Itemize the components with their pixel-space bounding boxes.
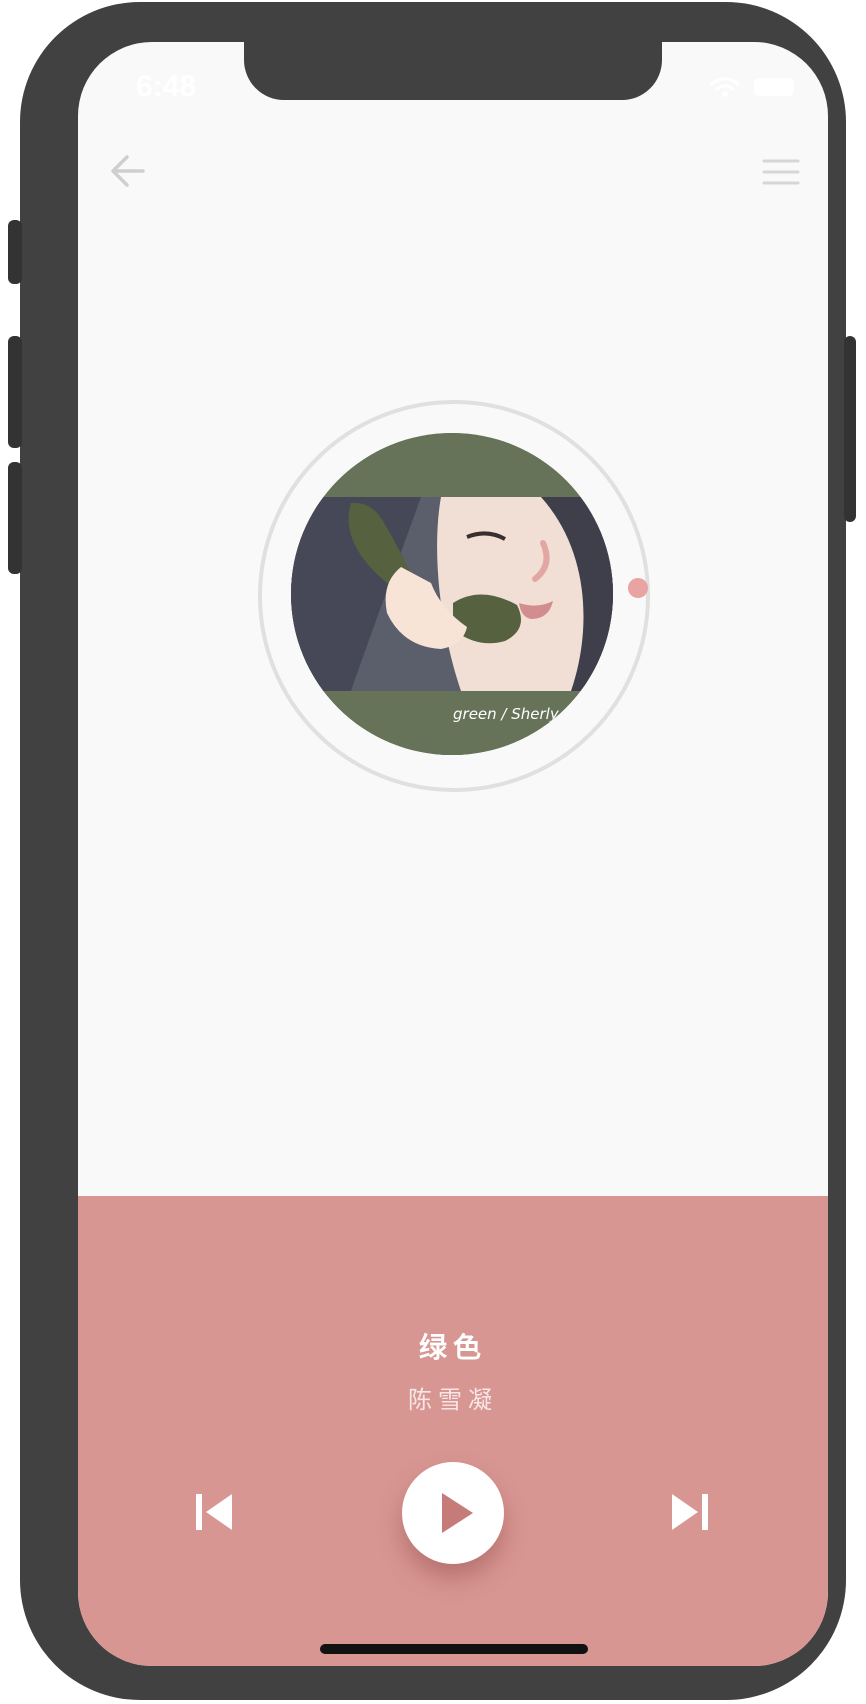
- next-button[interactable]: [670, 1492, 710, 1536]
- song-artist: 陈雪凝: [408, 1386, 498, 1414]
- wifi-icon: [710, 77, 740, 97]
- album-caption: green / Sherly: [453, 705, 560, 723]
- volume-up-button: [8, 336, 22, 448]
- play-icon: [442, 1493, 473, 1533]
- album-disc: green / Sherly: [258, 400, 650, 792]
- mute-switch: [8, 220, 22, 284]
- album-artwork: green / Sherly: [291, 433, 613, 755]
- notch: [244, 42, 662, 100]
- play-button[interactable]: [402, 1462, 504, 1564]
- status-icons: [710, 76, 794, 98]
- arrow-left-icon: [111, 155, 145, 187]
- hamburger-menu-icon: [762, 159, 800, 185]
- player-panel: 绿色 陈雪凝: [78, 1196, 828, 1666]
- album-cover: green / Sherly: [291, 433, 613, 755]
- phone-frame: 6:48 green / Sherly 绿色 陈雪凝: [8, 2, 856, 1700]
- app-screen: 6:48 green / Sherly 绿色 陈雪凝: [78, 42, 828, 1666]
- skip-next-icon: [672, 1494, 708, 1530]
- progress-dot[interactable]: [628, 578, 648, 598]
- back-button[interactable]: [110, 154, 146, 192]
- power-button: [844, 336, 856, 522]
- battery-icon: [754, 78, 794, 96]
- volume-down-button: [8, 462, 22, 574]
- previous-button[interactable]: [194, 1492, 234, 1536]
- menu-button[interactable]: [762, 158, 800, 190]
- skip-previous-icon: [196, 1494, 232, 1530]
- song-title: 绿色: [418, 1331, 487, 1364]
- status-time: 6:48: [136, 70, 197, 103]
- home-indicator[interactable]: [320, 1644, 588, 1654]
